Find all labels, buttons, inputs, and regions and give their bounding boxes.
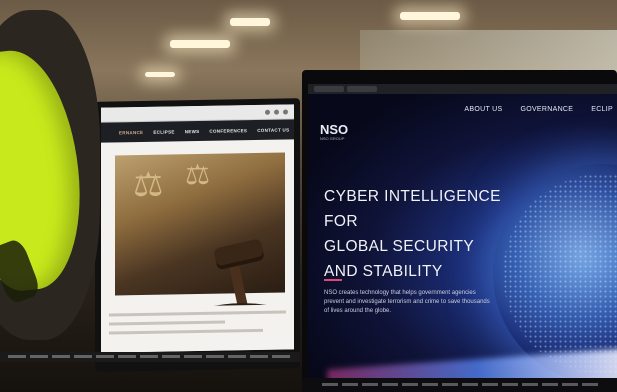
browser-tab[interactable]: [347, 86, 377, 92]
nav-about-us[interactable]: ABOUT US: [464, 106, 502, 113]
ceiling-light: [170, 40, 230, 48]
right-taskbar: [302, 378, 617, 392]
ceiling-light: [230, 18, 270, 26]
scales-icon: ⚖: [185, 158, 211, 191]
nav-governance[interactable]: GOVERNANCE: [520, 106, 573, 113]
browser-icon[interactable]: [283, 108, 288, 115]
nso-logo[interactable]: NSO NSO GROUP: [320, 122, 360, 148]
hero-headline: CYBER INTELLIGENCE FOR GLOBAL SECURITY A…: [324, 184, 524, 284]
gavel-handle: [228, 260, 248, 307]
nav-eclipse[interactable]: ECLIPSE: [153, 129, 174, 134]
nav-conferences[interactable]: CONFERENCES: [209, 128, 247, 134]
browser-icon[interactable]: [265, 109, 270, 115]
nav-news[interactable]: NEWS: [185, 128, 200, 133]
nav-contact-us[interactable]: CONTACT US: [257, 127, 289, 133]
browser-icon[interactable]: [274, 109, 279, 115]
nav-eclipse[interactable]: ECLIP: [591, 106, 613, 113]
left-taskbar: [0, 352, 300, 362]
gavel-photo: ⚖ ⚖: [115, 152, 285, 322]
ceiling-light: [145, 72, 175, 77]
headline-line: FOR: [324, 213, 358, 230]
face-mask: [0, 44, 91, 306]
left-screen: ERNANCE ECLIPSE NEWS CONFERENCES CONTACT…: [101, 104, 294, 353]
scales-icon: ⚖: [133, 165, 164, 205]
right-screen: NSO NSO GROUP ABOUT US GOVERNANCE ECLIP …: [308, 84, 617, 384]
person-head: [0, 10, 100, 340]
headline-line: AND STABILITY: [324, 263, 443, 280]
headline-line: CYBER INTELLIGENCE: [324, 188, 501, 205]
browser-tabs: [308, 84, 617, 94]
left-body-text: [101, 304, 294, 353]
hero-blurb: NSO creates technology that helps govern…: [324, 290, 490, 314]
nav-governance[interactable]: ERNANCE: [119, 129, 143, 134]
right-monitor: NSO NSO GROUP ABOUT US GOVERNANCE ECLIP …: [302, 70, 617, 392]
ceiling-light: [400, 12, 460, 20]
mask-logo: [0, 237, 43, 306]
left-site-nav: ERNANCE ECLIPSE NEWS CONFERENCES CONTACT…: [101, 119, 294, 143]
photo-scene: ERNANCE ECLIPSE NEWS CONFERENCES CONTACT…: [0, 0, 617, 392]
browser-tab[interactable]: [314, 86, 344, 92]
left-monitor: ERNANCE ECLIPSE NEWS CONFERENCES CONTACT…: [95, 98, 300, 372]
right-site-nav: ABOUT US GOVERNANCE ECLIP: [464, 106, 617, 113]
headline-line: GLOBAL SECURITY: [324, 238, 475, 255]
accent-divider: [324, 279, 342, 281]
